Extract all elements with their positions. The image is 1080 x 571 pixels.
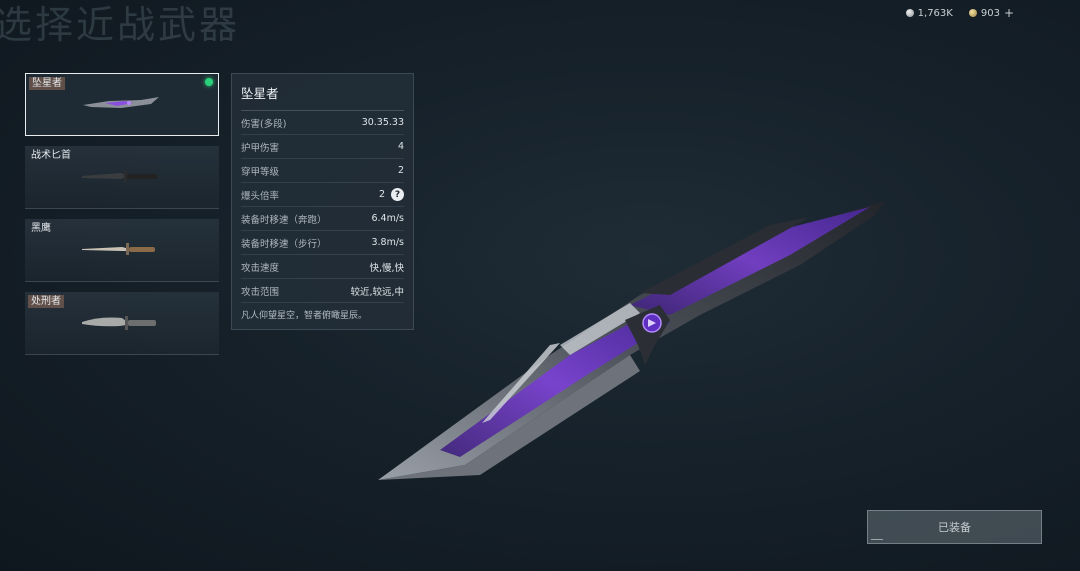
stat-label: 装备时移速（步行） bbox=[241, 238, 327, 250]
equipped-button-label: 已装备 bbox=[938, 521, 971, 534]
weapon-name: 坠星者 bbox=[29, 77, 65, 90]
button-corner-decoration bbox=[871, 539, 883, 540]
stat-row-armor-damage: 护甲伤害 4 bbox=[241, 135, 404, 159]
weapon-list: 坠星者 战术匕首 黑鹰 处刑者 bbox=[25, 73, 219, 365]
stat-value: 4 bbox=[397, 141, 404, 152]
stat-row-penetration: 穿甲等级 2 bbox=[241, 159, 404, 183]
stat-label: 爆头倍率 bbox=[241, 190, 280, 202]
weapon-stats-title: 坠星者 bbox=[241, 74, 404, 111]
page-title: 选择近战武器 bbox=[0, 3, 241, 47]
weapon-name: 黑鹰 bbox=[31, 223, 51, 234]
weapon-name: 战术匕首 bbox=[31, 150, 71, 161]
weapon-card-executioner[interactable]: 处刑者 bbox=[25, 292, 219, 355]
starfall-thumbnail-icon bbox=[83, 97, 159, 108]
equipped-indicator-icon bbox=[205, 78, 213, 86]
gold-coin-icon bbox=[968, 9, 977, 17]
stat-label: 装备时移速（奔跑） bbox=[241, 214, 327, 226]
stat-row-damage: 伤害(多段) 30.35.33 bbox=[241, 111, 404, 135]
starfall-knife-model bbox=[378, 201, 885, 480]
silver-coin-icon bbox=[905, 9, 914, 17]
add-currency-button[interactable]: + bbox=[1004, 6, 1014, 20]
currency-gold-value: 903 bbox=[980, 7, 1000, 19]
stat-label: 伤害(多段) bbox=[241, 118, 287, 130]
tactical-dagger-thumbnail-icon bbox=[82, 170, 157, 182]
stat-label: 攻击范围 bbox=[241, 286, 280, 298]
currency-silver: 1,763K bbox=[905, 6, 953, 20]
equipped-button[interactable]: 已装备 bbox=[867, 510, 1042, 544]
currency-gold: 903 + bbox=[968, 6, 1014, 20]
stat-label: 穿甲等级 bbox=[241, 166, 280, 178]
weapon-name: 处刑者 bbox=[28, 295, 64, 308]
stat-label: 护甲伤害 bbox=[241, 142, 280, 154]
currency-silver-value: 1,763K bbox=[917, 7, 953, 19]
executioner-thumbnail-icon bbox=[82, 316, 156, 330]
stat-value: 2 bbox=[397, 165, 404, 176]
weapon-card-black-hawk[interactable]: 黑鹰 bbox=[25, 219, 219, 282]
weapon-card-starfall[interactable]: 坠星者 bbox=[25, 73, 219, 136]
stat-label: 攻击速度 bbox=[241, 262, 280, 274]
stat-value: 30.35.33 bbox=[361, 117, 404, 128]
weapon-card-tactical-dagger[interactable]: 战术匕首 bbox=[25, 146, 219, 209]
currency-bar: 1,763K 903 + bbox=[905, 6, 1014, 20]
black-hawk-thumbnail-icon bbox=[82, 243, 155, 255]
